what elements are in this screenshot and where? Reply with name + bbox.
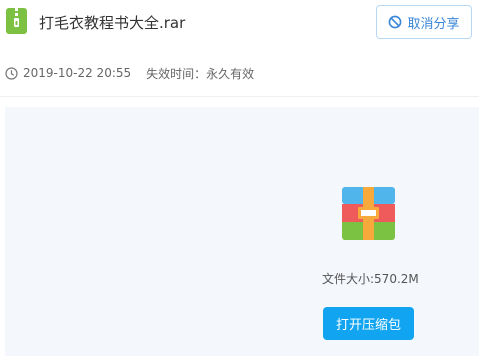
cancel-share-label: 取消分享 — [407, 16, 460, 32]
cancel-share-button[interactable]: 取消分享 — [376, 5, 472, 39]
share-meta: 2019-10-22 20:55 失效时间：永久有效 — [5, 64, 254, 82]
file-size: 文件大小:570.2M — [322, 272, 419, 286]
clock-icon — [5, 66, 18, 80]
file-name: 打毛衣教程书大全.rar — [39, 14, 186, 32]
share-header: 打毛衣教程书大全.rar 取消分享 2019-10-22 20:55 失效时间：… — [0, 0, 479, 97]
rar-archive-icon — [342, 187, 395, 240]
zip-file-icon — [6, 8, 27, 34]
share-page: 打毛衣教程书大全.rar 取消分享 2019-10-22 20:55 失效时间：… — [0, 0, 479, 356]
ban-icon — [389, 15, 402, 29]
share-date: 2019-10-22 20:55 — [23, 66, 132, 80]
expire-time: 失效时间：永久有效 — [146, 66, 255, 81]
open-archive-button[interactable]: 打开压缩包 — [323, 307, 414, 340]
